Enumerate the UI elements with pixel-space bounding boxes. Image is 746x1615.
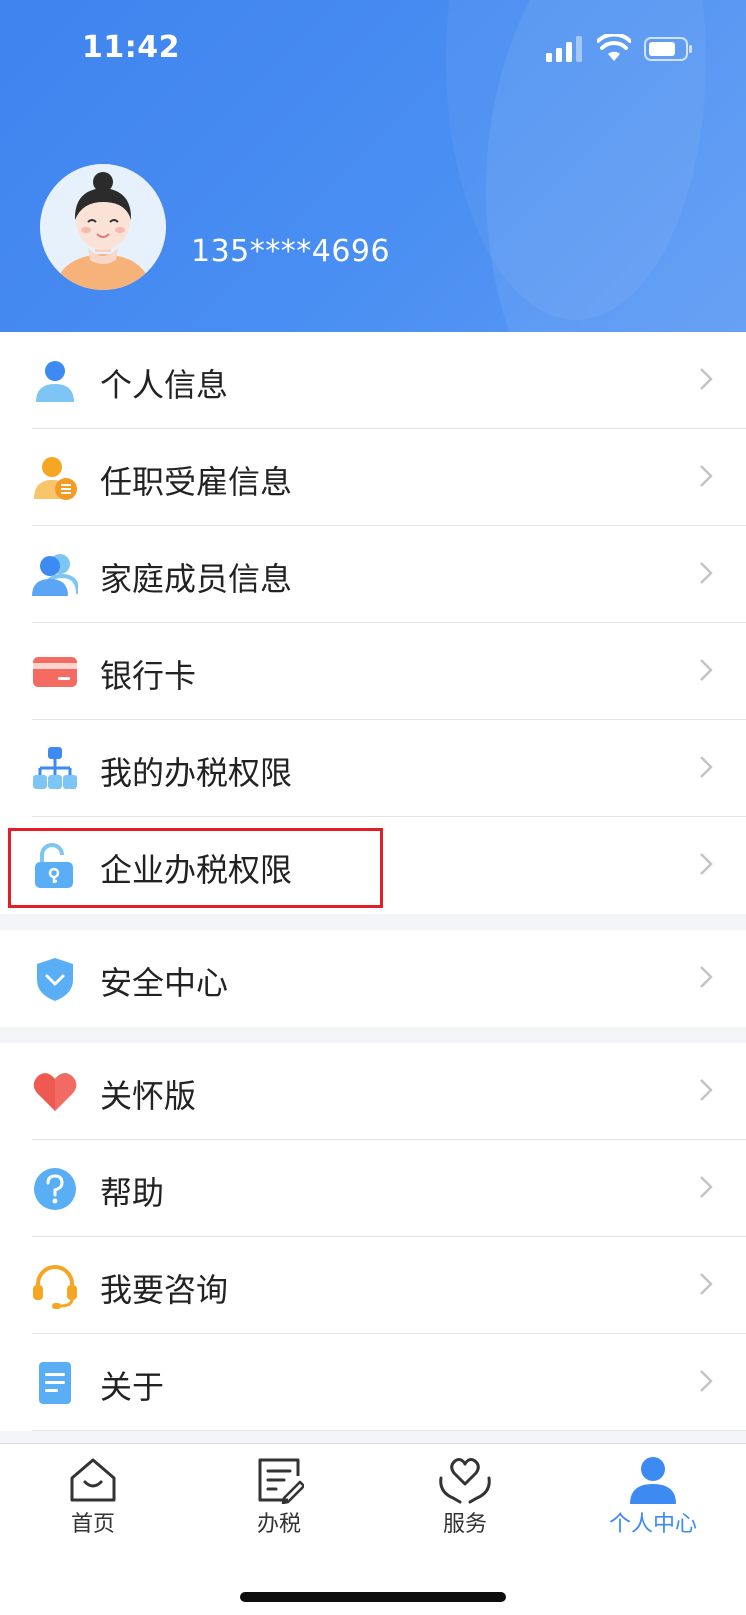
- chevron-right-icon: [700, 368, 713, 390]
- service-heart-icon: [439, 1458, 491, 1504]
- profile-header: 11:42 135****4696: [0, 0, 746, 332]
- home-icon: [70, 1458, 116, 1502]
- tab-label: 首页: [70, 1512, 115, 1537]
- avatar-illustration: [40, 164, 166, 290]
- chevron-right-icon: [700, 562, 713, 584]
- menu-group-security: 安全中心: [0, 930, 746, 1027]
- phone-number: 135****4696: [191, 234, 391, 269]
- status-bar: 11:42: [0, 0, 746, 100]
- chevron-right-icon: [700, 659, 713, 681]
- battery-icon: [644, 37, 692, 61]
- tax-form-icon: [258, 1458, 304, 1504]
- menu-item-label: 个人信息: [100, 366, 229, 404]
- home-indicator: [240, 1592, 506, 1602]
- menu-item-label: 银行卡: [100, 657, 197, 695]
- menu-item-consult[interactable]: 我要咨询: [0, 1237, 746, 1334]
- heart-icon: [33, 1073, 77, 1111]
- status-time: 11:42: [82, 30, 180, 65]
- chevron-right-icon: [700, 966, 713, 988]
- menu-item-security-center[interactable]: 安全中心: [0, 930, 746, 1027]
- tab-home[interactable]: 首页: [0, 1456, 186, 1546]
- employment-icon: [34, 457, 77, 500]
- wifi-icon: [597, 34, 631, 61]
- org-chart-icon: [33, 747, 77, 789]
- document-icon: [39, 1362, 71, 1404]
- chevron-right-icon: [700, 853, 713, 875]
- headset-icon: [33, 1265, 77, 1309]
- shield-icon: [37, 958, 73, 1001]
- chevron-right-icon: [700, 756, 713, 778]
- help-icon: [34, 1168, 76, 1210]
- highlight-box: [8, 828, 383, 908]
- bottom-tab-bar: 首页 办税 服务 个人中心: [0, 1443, 746, 1615]
- cellular-signal-icon: [546, 36, 582, 62]
- menu-group-personal: 个人信息 任职受雇信息 家庭成员信息 银行卡 我的办税权限 企业办税权限: [0, 332, 746, 914]
- chevron-right-icon: [700, 1176, 713, 1198]
- menu-item-care-version[interactable]: 关怀版: [0, 1043, 746, 1140]
- tab-user-center[interactable]: 个人中心: [560, 1456, 746, 1546]
- avatar[interactable]: [40, 164, 166, 290]
- menu-item-family-info[interactable]: 家庭成员信息: [0, 526, 746, 623]
- tab-tax[interactable]: 办税: [186, 1456, 372, 1546]
- chevron-right-icon: [700, 1370, 713, 1392]
- menu-item-about[interactable]: 关于: [0, 1334, 746, 1431]
- menu-item-personal-info[interactable]: 个人信息: [0, 332, 746, 429]
- menu-item-label: 我的办税权限: [100, 754, 293, 792]
- menu-item-bank-card[interactable]: 银行卡: [0, 623, 746, 720]
- menu-item-employment-info[interactable]: 任职受雇信息: [0, 429, 746, 526]
- menu-item-label: 关怀版: [100, 1077, 197, 1115]
- chevron-right-icon: [700, 1079, 713, 1101]
- tab-label: 办税: [256, 1512, 301, 1537]
- menu-item-label: 我要咨询: [100, 1271, 229, 1309]
- user-center-icon: [630, 1457, 676, 1504]
- menu-item-label: 家庭成员信息: [100, 560, 293, 598]
- tab-service[interactable]: 服务: [372, 1456, 558, 1546]
- chevron-right-icon: [700, 465, 713, 487]
- bank-card-icon: [33, 657, 77, 687]
- menu-item-help[interactable]: 帮助: [0, 1140, 746, 1237]
- family-icon: [32, 554, 78, 596]
- tab-label: 服务: [442, 1512, 487, 1537]
- menu-item-label: 关于: [100, 1368, 165, 1406]
- menu-item-label: 安全中心: [100, 964, 229, 1002]
- menu-item-label: 帮助: [100, 1174, 165, 1212]
- menu-item-label: 任职受雇信息: [100, 463, 293, 501]
- menu-item-my-tax-permission[interactable]: 我的办税权限: [0, 720, 746, 817]
- person-icon: [36, 361, 74, 402]
- tab-label: 个人中心: [608, 1512, 697, 1537]
- menu-group-support: 关怀版 帮助 我要咨询 关于: [0, 1043, 746, 1431]
- chevron-right-icon: [700, 1273, 713, 1295]
